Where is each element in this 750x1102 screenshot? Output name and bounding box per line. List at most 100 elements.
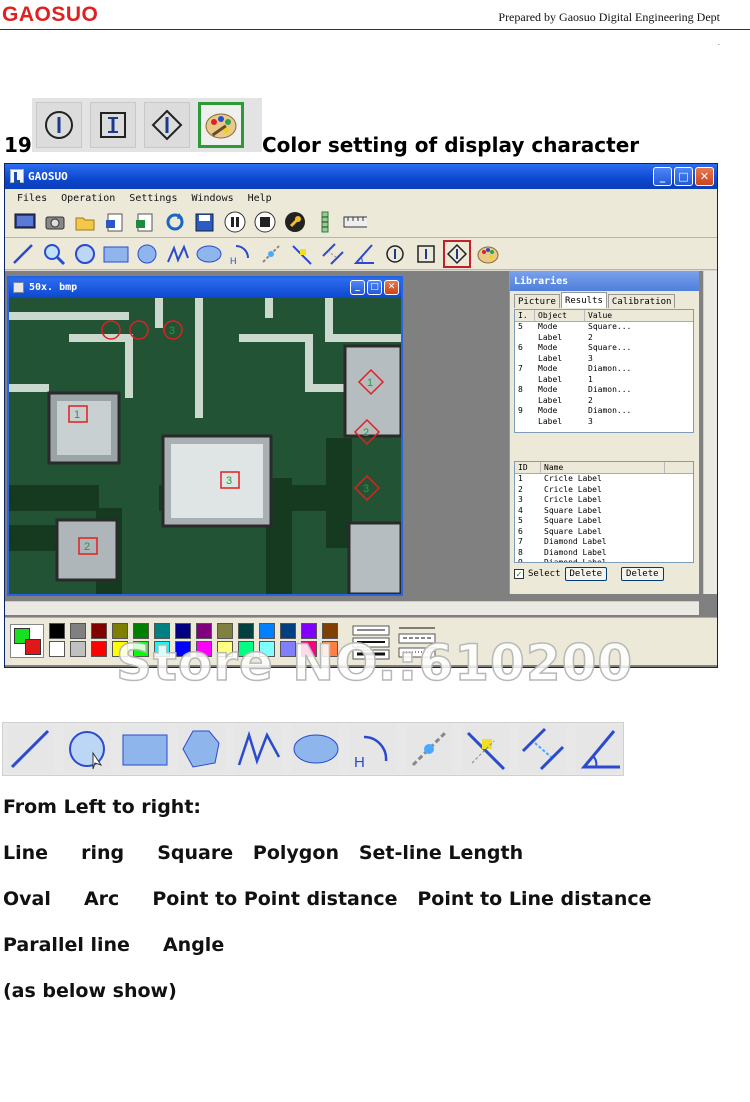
results-row[interactable]: 5 Mode Square... <box>515 322 693 333</box>
color-swatch[interactable] <box>49 641 65 657</box>
color-swatch[interactable] <box>91 641 107 657</box>
select-checkbox[interactable]: ✓ <box>514 569 524 579</box>
list-item[interactable]: 1 Cricle Label <box>515 474 693 485</box>
list-item[interactable]: 6 Square Label <box>515 527 693 538</box>
list-cell: 2 <box>518 484 523 494</box>
minimize-button[interactable]: _ <box>653 167 672 186</box>
results-cell: Label <box>538 374 563 384</box>
line-tool-icon[interactable] <box>9 240 37 268</box>
excel-export-icon[interactable] <box>133 210 157 234</box>
results-row[interactable]: Label 2 <box>515 396 693 407</box>
horizontal-scrollbar[interactable] <box>5 601 699 615</box>
list-cell: Cricle Label <box>544 484 602 494</box>
image-window-title-bar[interactable]: 50x. bmp _ □ ✕ <box>9 278 401 298</box>
results-row[interactable]: 7 Mode Diamon... <box>515 364 693 375</box>
list-cell: Square Label <box>544 526 602 536</box>
word-export-icon[interactable] <box>103 210 127 234</box>
parallel-line-icon[interactable] <box>319 240 347 268</box>
list-item[interactable]: 9 Diamond Label <box>515 558 693 562</box>
close-button[interactable]: ✕ <box>695 167 714 186</box>
square-label-icon[interactable] <box>412 240 440 268</box>
results-row[interactable]: Label 3 <box>515 417 693 428</box>
results-cell: Mode <box>538 322 558 331</box>
pause-icon[interactable] <box>223 210 247 234</box>
polyline-tool-icon[interactable] <box>164 240 192 268</box>
current-colors[interactable] <box>10 624 44 658</box>
list-cell: Cricle Label <box>544 474 602 483</box>
open-folder-icon[interactable] <box>73 210 97 234</box>
main-toolbar <box>5 207 717 238</box>
palette-icon[interactable] <box>474 240 502 268</box>
child-minimize-button[interactable]: _ <box>350 280 365 295</box>
arc-tool-icon[interactable]: H <box>226 240 254 268</box>
title-bar[interactable]: GAOSUO _ □ ✕ <box>5 164 717 189</box>
results-row[interactable]: Label 2 <box>515 333 693 344</box>
svg-text:H: H <box>354 754 365 771</box>
oval-tool-icon[interactable] <box>195 240 223 268</box>
tab-calibration[interactable]: Calibration <box>607 294 676 308</box>
ruler-icon[interactable] <box>343 210 367 234</box>
camera-icon[interactable] <box>43 210 67 234</box>
results-cell: Label <box>538 395 563 405</box>
app-title: GAOSUO <box>28 170 68 183</box>
as-below-note: (as below show) <box>3 980 177 1002</box>
square-label-icon <box>90 102 136 148</box>
results-cell: Label <box>538 332 563 342</box>
menu-operation[interactable]: Operation <box>61 193 115 204</box>
palette-icon <box>198 102 244 148</box>
refresh-icon[interactable] <box>163 210 187 234</box>
child-maximize-button[interactable]: □ <box>367 280 382 295</box>
delete-all-button[interactable]: Delete <box>621 567 664 581</box>
color-swatch[interactable] <box>70 623 86 639</box>
delete-selected-button[interactable]: Delete <box>564 567 608 581</box>
ring-tool-icon[interactable] <box>71 240 99 268</box>
child-close-button[interactable]: ✕ <box>384 280 399 295</box>
menu-settings[interactable]: Settings <box>129 193 177 204</box>
list-cell: 1 <box>518 474 523 483</box>
results-row[interactable]: 6 Mode Square... <box>515 343 693 354</box>
section-title: Color setting of display character <box>262 133 640 157</box>
circle-tool-icon[interactable] <box>133 240 161 268</box>
results-row[interactable]: Label 1 <box>515 375 693 386</box>
angle-tool-icon[interactable] <box>350 240 378 268</box>
stop-icon[interactable] <box>253 210 277 234</box>
menu-help[interactable]: Help <box>248 193 272 204</box>
save-icon[interactable] <box>193 210 217 234</box>
menu-windows[interactable]: Windows <box>191 193 233 204</box>
point-distance-icon[interactable] <box>257 240 285 268</box>
list-cell: Diamond Label <box>544 547 607 557</box>
wrench-icon[interactable] <box>283 210 307 234</box>
color-swatch[interactable] <box>70 641 86 657</box>
color-swatch[interactable] <box>49 623 65 639</box>
results-cell: Mode <box>538 343 558 352</box>
diamond-label-icon[interactable] <box>443 239 471 268</box>
list-item[interactable]: 8 Diamond Label <box>515 548 693 559</box>
maximize-button[interactable]: □ <box>674 167 693 186</box>
scale-bar-icon[interactable] <box>313 210 337 234</box>
list-item[interactable]: 4 Square Label <box>515 506 693 517</box>
list-item[interactable]: 5 Square Label <box>515 516 693 527</box>
list-item[interactable]: 2 Cricle Label <box>515 485 693 496</box>
list-item[interactable]: 7 Diamond Label <box>515 537 693 548</box>
tab-picture[interactable]: Picture <box>514 294 560 308</box>
arc-tool-icon: H <box>348 725 396 773</box>
pcb-microscope-image[interactable]: 3 1 3 2 1 2 3 <box>9 298 401 594</box>
vertical-scrollbar[interactable] <box>703 271 717 594</box>
magnifier-icon[interactable] <box>40 240 68 268</box>
point-line-distance-icon[interactable] <box>288 240 316 268</box>
tab-results[interactable]: Results <box>560 292 607 308</box>
menu-files[interactable]: Files <box>17 193 47 204</box>
labels-list[interactable]: ID Name 1 Cricle Label 2 Cricle Label 3 Cricl… <box>514 461 694 563</box>
color-swatch[interactable] <box>91 623 107 639</box>
monitor-icon[interactable] <box>13 210 37 234</box>
list-cell: Square Label <box>544 505 602 515</box>
results-header-value: Value <box>588 311 613 320</box>
list-item[interactable]: 3 Cricle Label <box>515 495 693 506</box>
results-row[interactable]: Label 3 <box>515 354 693 365</box>
results-grid[interactable]: I. Object Value 5 Mode Square... Label 2 6 Mod… <box>514 309 694 433</box>
results-row[interactable]: 9 Mode Diamon... <box>515 406 693 417</box>
rectangle-tool-icon[interactable] <box>102 240 130 268</box>
results-cell: 3 <box>588 353 593 363</box>
results-row[interactable]: 8 Mode Diamon... <box>515 385 693 396</box>
circle-label-icon[interactable] <box>381 240 409 268</box>
